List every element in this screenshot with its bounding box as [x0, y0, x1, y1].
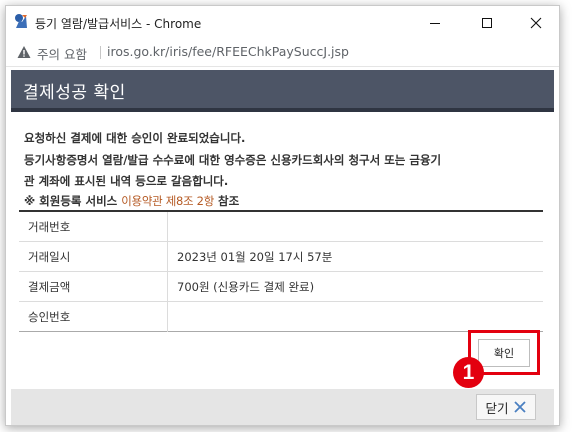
- bottom-bar: 닫기: [11, 389, 554, 425]
- close-button[interactable]: 닫기: [476, 394, 536, 420]
- security-label[interactable]: 주의 요함: [37, 44, 87, 63]
- step-callout-badge: 1: [453, 357, 484, 388]
- row-value: [168, 302, 544, 332]
- window-title: 등기 열람/발급서비스 - Chrome: [35, 17, 202, 31]
- row-label: 거래일시: [19, 241, 168, 272]
- message-line-3: 관 계좌에 표시된 내역 등으로 갈음합니다.: [24, 174, 229, 188]
- close-window-button[interactable]: [513, 8, 559, 38]
- close-icon: [530, 17, 542, 29]
- notice-line: ※ 회원등록 서비스 이용약관 제8조 2항 참조: [24, 193, 544, 209]
- notice-suffix: 참조: [218, 194, 240, 208]
- notice-prefix: ※ 회원등록 서비스: [24, 194, 118, 208]
- message-line-1: 요청하신 결제에 대한 승인이 완료되었습니다.: [24, 131, 246, 145]
- table-row: 승인번호: [19, 301, 544, 332]
- row-value: [167, 211, 543, 242]
- popup-window: 등기 열람/발급서비스 - Chrome 주의 요함 iros.go.kr/ir…: [5, 5, 560, 426]
- page-header: 결제성공 확인: [11, 70, 554, 112]
- row-label: 승인번호: [19, 301, 168, 332]
- maximize-icon: [482, 18, 492, 28]
- warning-icon[interactable]: [17, 45, 31, 59]
- message-line-2: 등기사항증명서 열람/발급 수수료에 대한 영수증은 신용카드회사의 청구서 또…: [24, 153, 442, 167]
- address-divider: [100, 46, 101, 59]
- table-row: 결제금액 700원 (신용카드 결제 완료): [19, 271, 543, 302]
- close-button-label: 닫기: [485, 400, 509, 416]
- table-row: 거래일시 2023년 01월 20일 17시 57분: [19, 241, 543, 272]
- title-bar[interactable]: 등기 열람/발급서비스 - Chrome: [6, 6, 559, 39]
- row-label: 결제금액: [19, 271, 168, 302]
- row-label: 거래번호: [19, 211, 168, 242]
- maximize-button[interactable]: [464, 8, 510, 38]
- terms-link[interactable]: 이용약관 제8조 2항: [121, 194, 214, 208]
- row-value: 2023년 01월 20일 17시 57분: [167, 241, 543, 272]
- minimize-button[interactable]: [412, 8, 458, 38]
- close-x-icon: [513, 401, 526, 413]
- page-title: 결제성공 확인: [23, 83, 126, 103]
- url-text[interactable]: iros.go.kr/iris/fee/RFEEChkPaySuccJ.jsp: [107, 44, 349, 59]
- table-row: 거래번호: [19, 211, 543, 242]
- court-logo-icon: [15, 14, 27, 28]
- address-bar[interactable]: 주의 요함 iros.go.kr/iris/fee/RFEEChkPaySucc…: [6, 39, 559, 67]
- minimize-icon: [430, 23, 440, 24]
- payment-info-table: 거래번호 거래일시 2023년 01월 20일 17시 57분 결제금액 700…: [19, 210, 543, 332]
- row-value: 700원 (신용카드 결제 완료): [167, 271, 543, 302]
